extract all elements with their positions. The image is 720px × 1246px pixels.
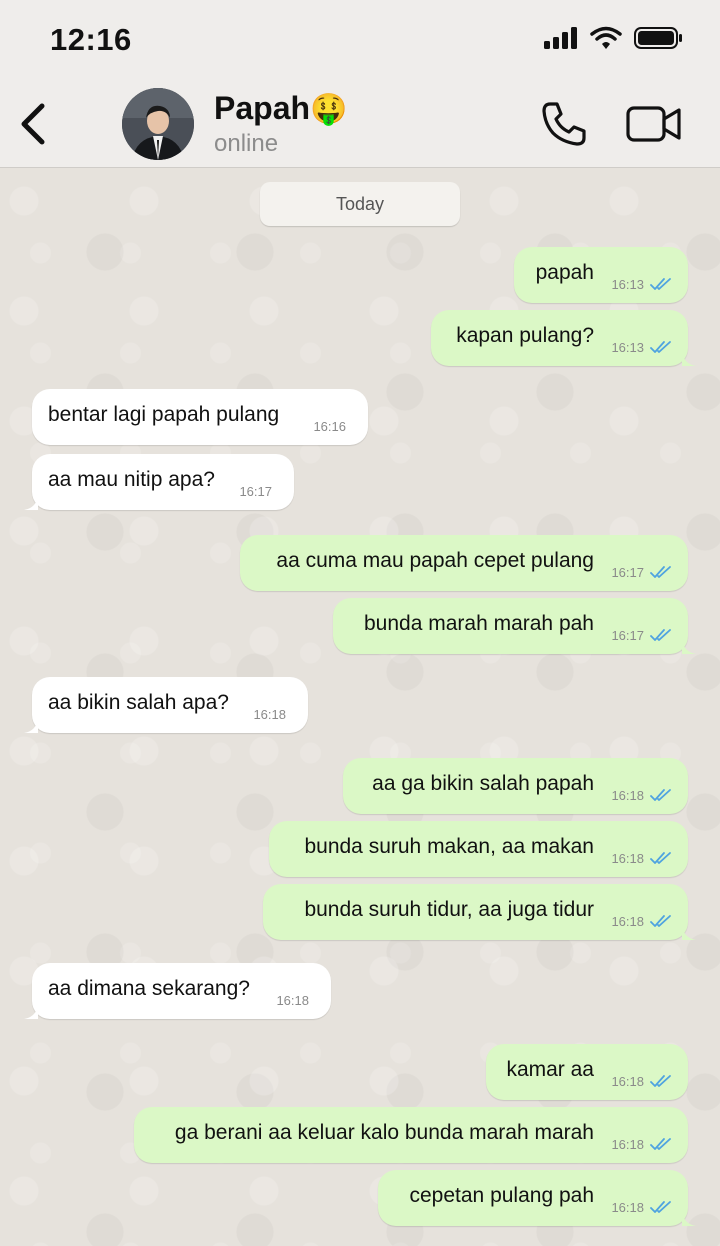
outgoing-message[interactable]: aa cuma mau papah cepet pulang 16:17 [240,535,688,591]
double-check-icon [650,629,671,641]
double-check-icon [650,1075,671,1087]
battery-icon [634,27,682,49]
contact-name[interactable]: Papah🤑 [214,90,347,127]
outgoing-message[interactable]: papah 16:13 [514,247,688,303]
outgoing-message[interactable]: kapan pulang? 16:13 [431,310,696,366]
contact-name-text: Papah [214,90,311,126]
message-time: 16:18 [611,1074,644,1089]
bubble-tail [682,640,696,654]
incoming-message[interactable]: aa dimana sekarang? 16:18 [24,963,331,1019]
message-text: ga berani aa keluar kalo bunda marah mar… [174,1121,594,1144]
message-text: aa mau nitip apa? [48,468,215,491]
bubble-tail [682,926,696,940]
message-text: bentar lagi papah pulang [48,403,280,426]
message-text: aa ga bikin salah papah [372,772,594,795]
incoming-message[interactable]: aa mau nitip apa? 16:17 [24,454,294,510]
outgoing-message[interactable]: bunda marah marah pah 16:17 [333,598,696,654]
status-icons [544,26,684,50]
message-text: kamar aa [506,1058,594,1081]
signal-icon [544,27,577,49]
message-time: 16:18 [611,914,644,929]
message-text: papah [535,261,594,284]
money-face-emoji: 🤑 [310,93,348,126]
bubble-tail [24,496,38,510]
status-time: 12:16 [50,22,132,57]
double-check-icon [650,789,671,801]
message-text: bunda marah marah pah [364,612,594,635]
double-check-icon [650,1138,671,1150]
incoming-message[interactable]: bentar lagi papah pulang 16:16 [32,389,368,445]
outgoing-message[interactable]: bunda suruh tidur, aa juga tidur 16:18 [263,884,696,940]
message-text: aa bikin salah apa? [48,691,229,714]
double-check-icon [650,566,671,578]
contact-status: online [214,130,279,157]
message-time: 16:18 [253,707,286,722]
message-text: cepetan pulang pah [409,1184,595,1207]
message-time: 16:13 [611,277,644,292]
phone-icon[interactable] [540,100,588,148]
top-bar: 12:16 Papah🤑 online [0,0,720,168]
message-time: 16:18 [276,993,309,1008]
message-text: aa cuma mau papah cepet pulang [276,549,594,572]
date-separator: Today [260,182,460,226]
incoming-message[interactable]: aa bikin salah apa? 16:18 [24,677,308,733]
message-time: 16:17 [239,484,272,499]
message-text: aa dimana sekarang? [48,977,250,1000]
double-check-icon [650,915,671,927]
message-time: 16:17 [611,565,644,580]
message-time: 16:18 [611,788,644,803]
message-text: bunda suruh makan, aa makan [304,835,594,858]
date-label: Today [335,193,385,214]
message-time: 16:18 [611,1200,644,1215]
double-check-icon [650,278,671,290]
message-time: 16:17 [611,628,644,643]
bubble-tail [682,1212,696,1226]
outgoing-message[interactable]: cepetan pulang pah 16:18 [378,1170,696,1226]
double-check-icon [650,341,671,353]
double-check-icon [650,1201,671,1213]
outgoing-message[interactable]: ga berani aa keluar kalo bunda marah mar… [134,1107,688,1163]
double-check-icon [650,852,671,864]
message-time: 16:18 [611,1137,644,1152]
message-time: 16:18 [611,851,644,866]
chevron-left-icon[interactable] [16,100,52,148]
bubble-tail [682,352,696,366]
message-text: bunda suruh tidur, aa juga tidur [304,898,594,921]
message-time: 16:16 [313,419,346,434]
outgoing-message[interactable]: bunda suruh makan, aa makan 16:18 [269,821,688,877]
wifi-icon [590,26,622,49]
bubble-tail [24,1005,38,1019]
bubble-tail [24,719,38,733]
message-time: 16:13 [611,340,644,355]
avatar[interactable] [122,88,194,160]
outgoing-message[interactable]: aa ga bikin salah papah 16:18 [343,758,688,814]
outgoing-message[interactable]: kamar aa 16:18 [486,1044,688,1100]
video-camera-icon[interactable] [626,104,682,144]
message-text: kapan pulang? [456,324,594,347]
